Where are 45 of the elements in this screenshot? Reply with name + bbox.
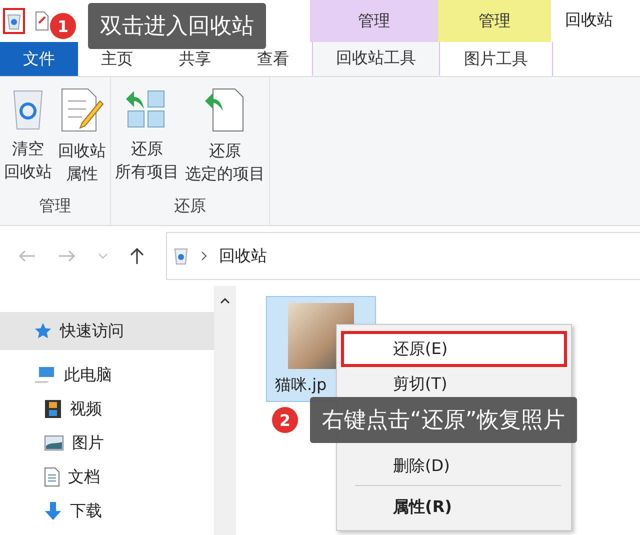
callout-tooltip: 右键点击“还原”恢复照片: [310, 397, 577, 443]
restore-arrow-icon: [205, 87, 245, 133]
ribbon-button-label: 所有项目: [115, 161, 179, 183]
nav-item[interactable]: 图片: [0, 426, 214, 460]
document-icon: [44, 467, 60, 487]
scroll-up-icon[interactable]: [220, 298, 230, 304]
nav-item[interactable]: 此电脑: [0, 358, 214, 392]
window-title: 回收站: [564, 9, 613, 31]
ribbon-button-label: 回收站: [58, 140, 106, 162]
film-icon: [44, 399, 62, 419]
up-arrow-icon[interactable]: [130, 247, 144, 265]
ribbon-button-label: 选定的项目: [185, 163, 265, 185]
nav-item[interactable]: 下载: [0, 494, 214, 528]
ribbon-group-label: 管理: [39, 196, 71, 217]
document-pencil-icon: [60, 87, 104, 133]
ribbon-button-label: 还原: [209, 140, 241, 162]
ribbon-button-label: 回收站: [4, 161, 52, 183]
picture-icon: [44, 435, 64, 451]
nav-item[interactable]: 快速访问: [0, 312, 214, 350]
ribbon-tab[interactable]: 回收站工具: [312, 42, 440, 76]
step-badge: 1: [50, 13, 76, 39]
address-bar[interactable]: 回收站: [166, 232, 640, 280]
ribbon-button-label: 属性: [66, 163, 98, 185]
ribbon-button-label: 还原: [131, 138, 163, 160]
menu-item[interactable]: 删除(D): [337, 451, 571, 481]
context-tab-header: 管理: [438, 0, 551, 42]
chevron-right-icon: [201, 251, 207, 261]
download-arrow-icon: [44, 501, 62, 521]
ribbon-tab[interactable]: 文件: [0, 42, 78, 76]
recycle-bin-icon[interactable]: [3, 8, 25, 34]
address-path: 回收站: [219, 246, 267, 266]
scrollbar[interactable]: [214, 286, 236, 535]
callout-tooltip: 双击进入回收站: [88, 3, 266, 49]
context-tab-header: 管理: [310, 0, 438, 42]
computer-icon: [34, 366, 56, 384]
ribbon-group-label: 还原: [174, 196, 206, 217]
step-badge: 2: [272, 407, 298, 433]
star-icon: [34, 322, 52, 340]
menu-item[interactable]: 还原(E): [341, 331, 567, 367]
nav-item[interactable]: 文档: [0, 460, 214, 494]
nav-item[interactable]: 视频: [0, 392, 214, 426]
menu-item[interactable]: 属性(R): [337, 492, 571, 522]
recycle-bin-icon: [173, 247, 189, 265]
ribbon-button-label: 清空: [12, 138, 44, 160]
document-icon[interactable]: [35, 11, 49, 31]
